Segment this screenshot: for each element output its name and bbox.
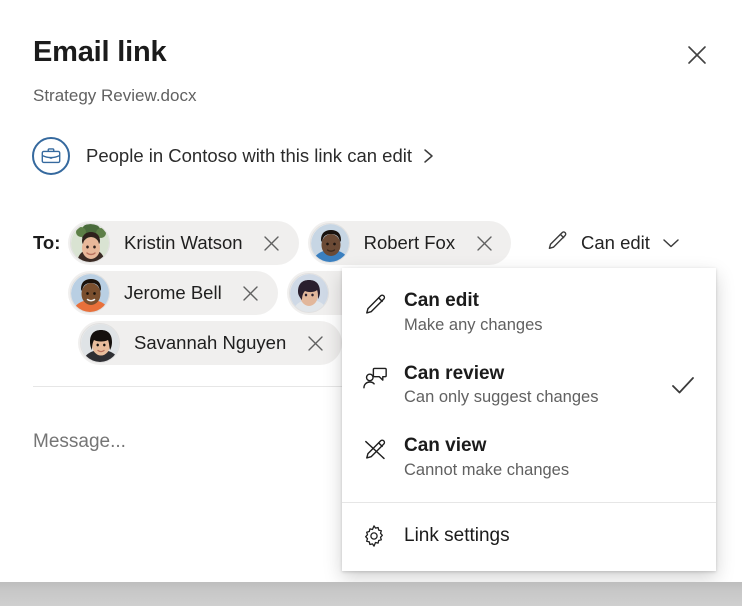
menu-item-can-review[interactable]: Can review Can only suggest changes bbox=[342, 349, 716, 422]
recipient-name: Savannah Nguyen bbox=[134, 332, 286, 354]
recipient-chip[interactable]: Jerome Bell bbox=[68, 271, 278, 315]
recipient-chip[interactable]: Savannah Nguyen bbox=[78, 321, 342, 365]
avatar bbox=[310, 223, 350, 263]
permission-dropdown-button[interactable]: Can edit bbox=[545, 226, 680, 260]
recipient-chip[interactable]: Kristin Watson bbox=[68, 221, 299, 265]
chip-row: Kristin Watson bbox=[68, 219, 538, 267]
person-comment-icon bbox=[362, 362, 396, 391]
menu-item-title: Can view bbox=[404, 434, 666, 458]
briefcase-icon bbox=[32, 137, 70, 175]
checkmark-icon bbox=[666, 374, 700, 396]
permission-menu: Can edit Make any changes Can review Can… bbox=[342, 268, 716, 571]
dialog-backdrop bbox=[0, 582, 742, 606]
menu-item-link-settings[interactable]: Link settings bbox=[342, 511, 716, 561]
menu-item-description: Make any changes bbox=[404, 316, 666, 336]
chevron-down-icon bbox=[662, 237, 680, 249]
chevron-right-icon bbox=[422, 147, 435, 165]
message-input[interactable]: Message... bbox=[33, 431, 126, 453]
recipient-name: Jerome Bell bbox=[124, 282, 222, 304]
email-link-dialog: Email link Strategy Review.docx People i… bbox=[0, 0, 742, 582]
pencil-slash-icon bbox=[362, 434, 396, 463]
recipient-name: Kristin Watson bbox=[124, 232, 243, 254]
menu-item-title: Link settings bbox=[404, 524, 666, 548]
remove-recipient-button[interactable] bbox=[238, 280, 264, 306]
pencil-icon bbox=[362, 289, 396, 318]
remove-recipient-button[interactable] bbox=[259, 230, 285, 256]
menu-item-can-edit[interactable]: Can edit Make any changes bbox=[342, 276, 716, 349]
document-name: Strategy Review.docx bbox=[33, 86, 196, 106]
remove-recipient-button[interactable] bbox=[471, 230, 497, 256]
recipient-name: Robert Fox bbox=[364, 232, 456, 254]
menu-item-title: Can edit bbox=[404, 289, 666, 313]
gear-icon bbox=[362, 524, 396, 548]
recipient-chip[interactable]: Robert Fox bbox=[308, 221, 512, 265]
close-button[interactable] bbox=[680, 38, 714, 72]
menu-item-description: Can only suggest changes bbox=[404, 388, 666, 408]
link-scope-label: People in Contoso with this link can edi… bbox=[86, 145, 412, 167]
menu-separator bbox=[342, 502, 716, 503]
permission-value: Can edit bbox=[581, 232, 650, 254]
pencil-icon bbox=[545, 229, 569, 258]
avatar bbox=[70, 273, 110, 313]
close-icon bbox=[685, 43, 709, 67]
link-scope-button[interactable]: People in Contoso with this link can edi… bbox=[32, 137, 435, 175]
menu-item-can-view[interactable]: Can view Cannot make changes bbox=[342, 421, 716, 494]
menu-item-description: Cannot make changes bbox=[404, 461, 666, 481]
to-label: To: bbox=[33, 232, 60, 254]
menu-item-title: Can review bbox=[404, 362, 666, 386]
avatar bbox=[70, 223, 110, 263]
avatar bbox=[289, 273, 329, 313]
page-title: Email link bbox=[33, 36, 166, 69]
remove-recipient-button[interactable] bbox=[302, 330, 328, 356]
avatar bbox=[80, 323, 120, 363]
